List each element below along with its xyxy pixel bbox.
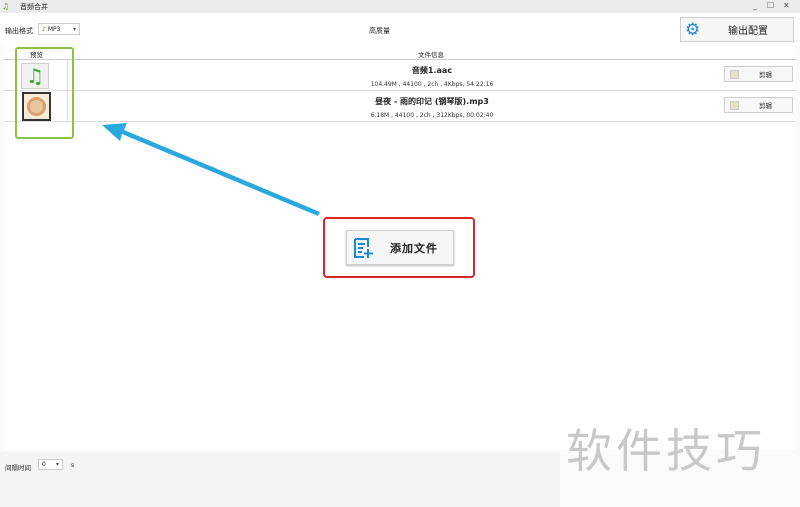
footer xyxy=(0,452,560,507)
interval-select[interactable]: 0 ▾ xyxy=(38,459,63,470)
add-file-icon xyxy=(353,237,375,259)
arrow-icon xyxy=(102,123,320,216)
add-file-button[interactable]: 添加文件 xyxy=(346,230,454,265)
interval-unit: s xyxy=(71,462,75,469)
interval-value: 0 xyxy=(42,461,46,468)
add-file-label: 添加文件 xyxy=(390,241,438,255)
watermark: 软件技巧 xyxy=(566,424,766,478)
chevron-down-icon: ▾ xyxy=(55,461,59,468)
interval-label: 间隔时间 xyxy=(5,464,31,472)
